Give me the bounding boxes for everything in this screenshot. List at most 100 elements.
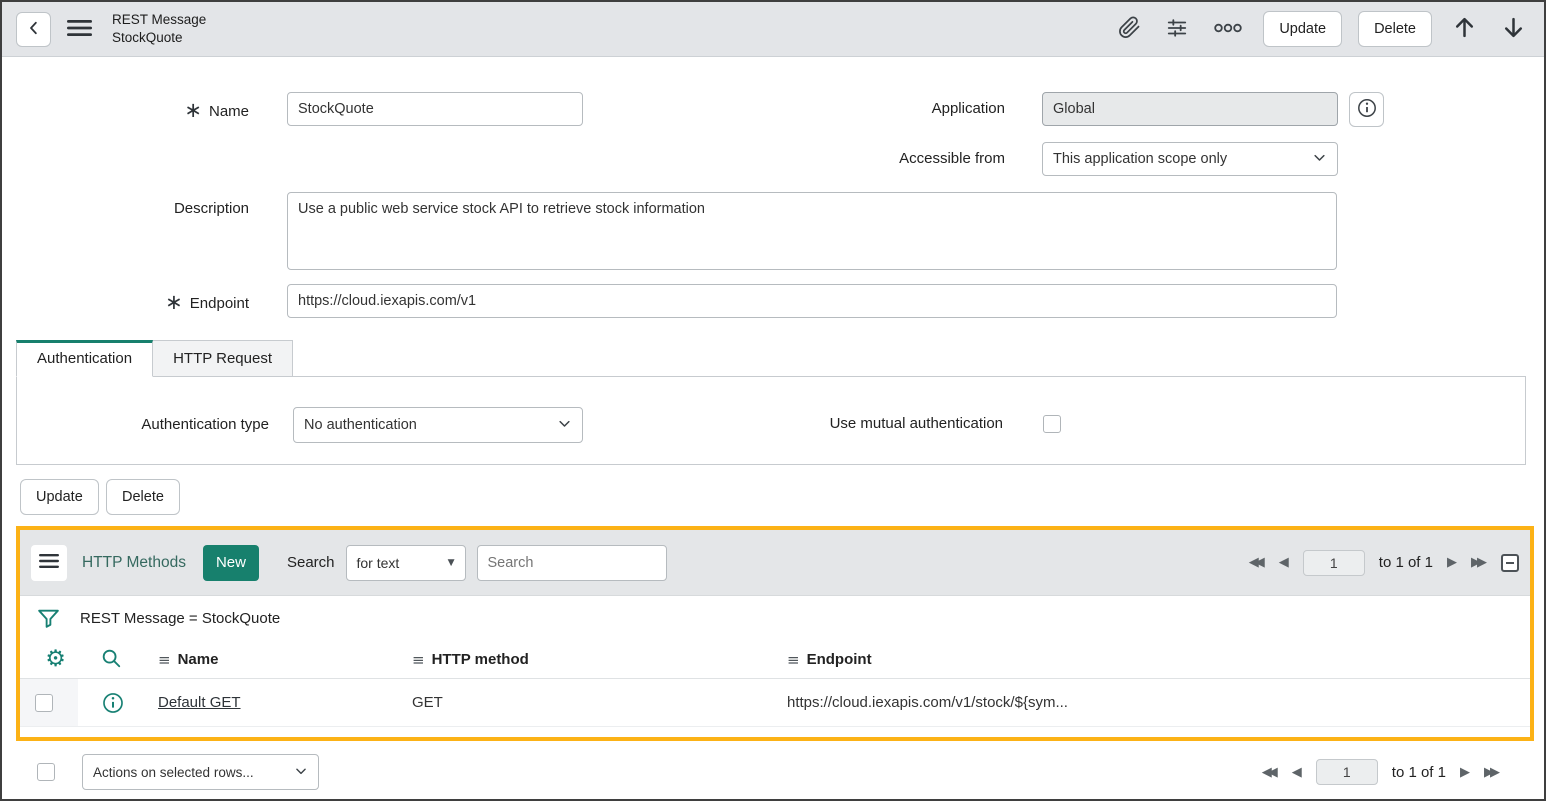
row-name-link[interactable]: Default GET (158, 694, 241, 711)
previous-page-button[interactable]: ◀ (1279, 555, 1289, 570)
header-update-button[interactable]: Update (1263, 11, 1342, 47)
list-column-headers: ⚙ ≡ Name ≡ HTTP method ≡ Endpoint (20, 641, 1530, 679)
collapse-list-icon[interactable] (1501, 554, 1519, 572)
page-title-type: REST Message (112, 11, 206, 29)
previous-record-button[interactable] (1448, 11, 1481, 47)
name-label: ∗Name (110, 92, 249, 126)
list-search-input[interactable] (477, 545, 667, 581)
auth-type-label: Authentication type (65, 407, 269, 443)
description-textarea[interactable]: Use a public web service stock API to re… (287, 192, 1337, 270)
hamburger-icon (39, 553, 59, 572)
last-page-button[interactable]: ▶▶ (1484, 765, 1500, 780)
update-button[interactable]: Update (20, 479, 99, 515)
application-input[interactable] (1042, 92, 1338, 126)
auth-type-select[interactable]: No authentication (293, 407, 583, 443)
column-search-toggle[interactable] (78, 647, 158, 672)
column-menu-icon: ≡ (158, 651, 171, 669)
row-endpoint-cell: https://cloud.iexapis.com/v1/stock/${sym… (787, 694, 1530, 711)
mandatory-asterisk-icon: ∗ (165, 290, 183, 314)
hamburger-icon (67, 18, 92, 41)
search-icon (100, 647, 122, 672)
form-context-menu-button[interactable] (63, 14, 96, 45)
accessible-from-label: Accessible from (815, 142, 1005, 176)
arrow-up-icon (1452, 15, 1477, 43)
page-number-input[interactable] (1316, 759, 1378, 785)
page-title: REST Message StockQuote (112, 11, 206, 46)
column-header-endpoint[interactable]: ≡ Endpoint (787, 651, 1530, 669)
chevron-down-icon (557, 416, 572, 435)
mutual-auth-label: Use mutual authentication (813, 406, 1003, 442)
delete-button[interactable]: Delete (106, 479, 180, 515)
first-page-button[interactable]: ◀◀ (1262, 765, 1278, 780)
mutual-auth-checkbox[interactable] (1043, 415, 1061, 433)
list-actions-select[interactable]: Actions on selected rows... (82, 754, 319, 790)
column-header-name[interactable]: ≡ Name (158, 651, 412, 669)
tab-authentication[interactable]: Authentication (16, 340, 153, 377)
list-actions-value: Actions on selected rows... (93, 765, 254, 780)
caret-down-icon: ▼ (448, 558, 455, 568)
more-options-icon (1213, 22, 1243, 37)
row-http-method-cell: GET (412, 694, 787, 711)
info-icon (1357, 98, 1377, 121)
search-field-select[interactable]: for text ▼ (346, 545, 466, 581)
search-field-value: for text (357, 555, 400, 571)
application-label: Application (825, 92, 1005, 126)
new-button[interactable]: New (203, 545, 259, 581)
rest-message-form-page: REST Message StockQuote Update Delete (0, 0, 1546, 801)
record-preview-icon[interactable] (102, 692, 124, 714)
column-header-http-method[interactable]: ≡ HTTP method (412, 651, 787, 669)
page-number-input[interactable] (1303, 550, 1365, 576)
funnel-icon[interactable] (36, 606, 61, 631)
row-range-label: to 1 of 1 (1392, 764, 1446, 781)
next-page-button[interactable]: ▶ (1460, 765, 1470, 780)
header-delete-button[interactable]: Delete (1358, 11, 1432, 47)
list-settings-gear-icon[interactable]: ⚙ (20, 648, 78, 671)
personalize-form-button[interactable] (1161, 13, 1193, 46)
previous-page-button[interactable]: ◀ (1292, 765, 1302, 780)
list-context-menu-button[interactable] (31, 545, 67, 581)
back-button[interactable] (16, 12, 51, 47)
list-pagination: ◀◀ ◀ to 1 of 1 ▶ ▶▶ (1249, 550, 1519, 576)
footer-pagination: ◀◀ ◀ to 1 of 1 ▶ ▶▶ (1262, 754, 1500, 790)
endpoint-label: ∗Endpoint (110, 284, 249, 318)
chevron-left-icon (25, 19, 43, 40)
mandatory-asterisk-icon: ∗ (184, 98, 202, 122)
application-info-button[interactable] (1349, 92, 1384, 127)
row-range-label: to 1 of 1 (1379, 554, 1433, 571)
tab-http-request[interactable]: HTTP Request (153, 340, 293, 377)
attachment-button[interactable] (1114, 12, 1145, 46)
page-title-record: StockQuote (112, 29, 206, 47)
column-menu-icon: ≡ (787, 651, 800, 669)
list-filter-row: REST Message = StockQuote (20, 596, 1530, 641)
list-header-bar: HTTP Methods New Search for text ▼ ◀◀ ◀ … (20, 530, 1530, 596)
next-record-button[interactable] (1497, 11, 1530, 47)
name-input[interactable] (287, 92, 583, 126)
accessible-from-value: This application scope only (1053, 151, 1227, 167)
table-row: Default GET GET https://cloud.iexapis.co… (20, 679, 1530, 727)
next-page-button[interactable]: ▶ (1447, 555, 1457, 570)
more-options-button[interactable] (1209, 18, 1247, 41)
first-page-button[interactable]: ◀◀ (1249, 555, 1265, 570)
search-label: Search (287, 554, 335, 571)
chevron-down-icon (1312, 150, 1327, 169)
paperclip-icon (1118, 16, 1141, 42)
last-page-button[interactable]: ▶▶ (1471, 555, 1487, 570)
form-tabs: Authentication HTTP Request (16, 340, 293, 377)
form-header-bar: REST Message StockQuote Update Delete (2, 2, 1544, 57)
column-menu-icon: ≡ (412, 651, 425, 669)
description-label: Description (110, 192, 249, 226)
row-checkbox[interactable] (35, 694, 53, 712)
row-select-cell (20, 679, 78, 726)
accessible-from-select[interactable]: This application scope only (1042, 142, 1338, 176)
sliders-icon (1165, 17, 1189, 42)
row-info-cell (78, 692, 158, 714)
header-actions: Update Delete (1114, 11, 1530, 47)
arrow-down-icon (1501, 15, 1526, 43)
authentication-tab-panel: Authentication type No authentication Us… (16, 376, 1526, 465)
select-all-checkbox[interactable] (37, 763, 55, 781)
list-title: HTTP Methods (82, 554, 186, 572)
filter-breadcrumb[interactable]: REST Message = StockQuote (80, 610, 280, 627)
http-methods-related-list: HTTP Methods New Search for text ▼ ◀◀ ◀ … (16, 526, 1534, 741)
auth-type-value: No authentication (304, 417, 417, 433)
endpoint-input[interactable] (287, 284, 1337, 318)
